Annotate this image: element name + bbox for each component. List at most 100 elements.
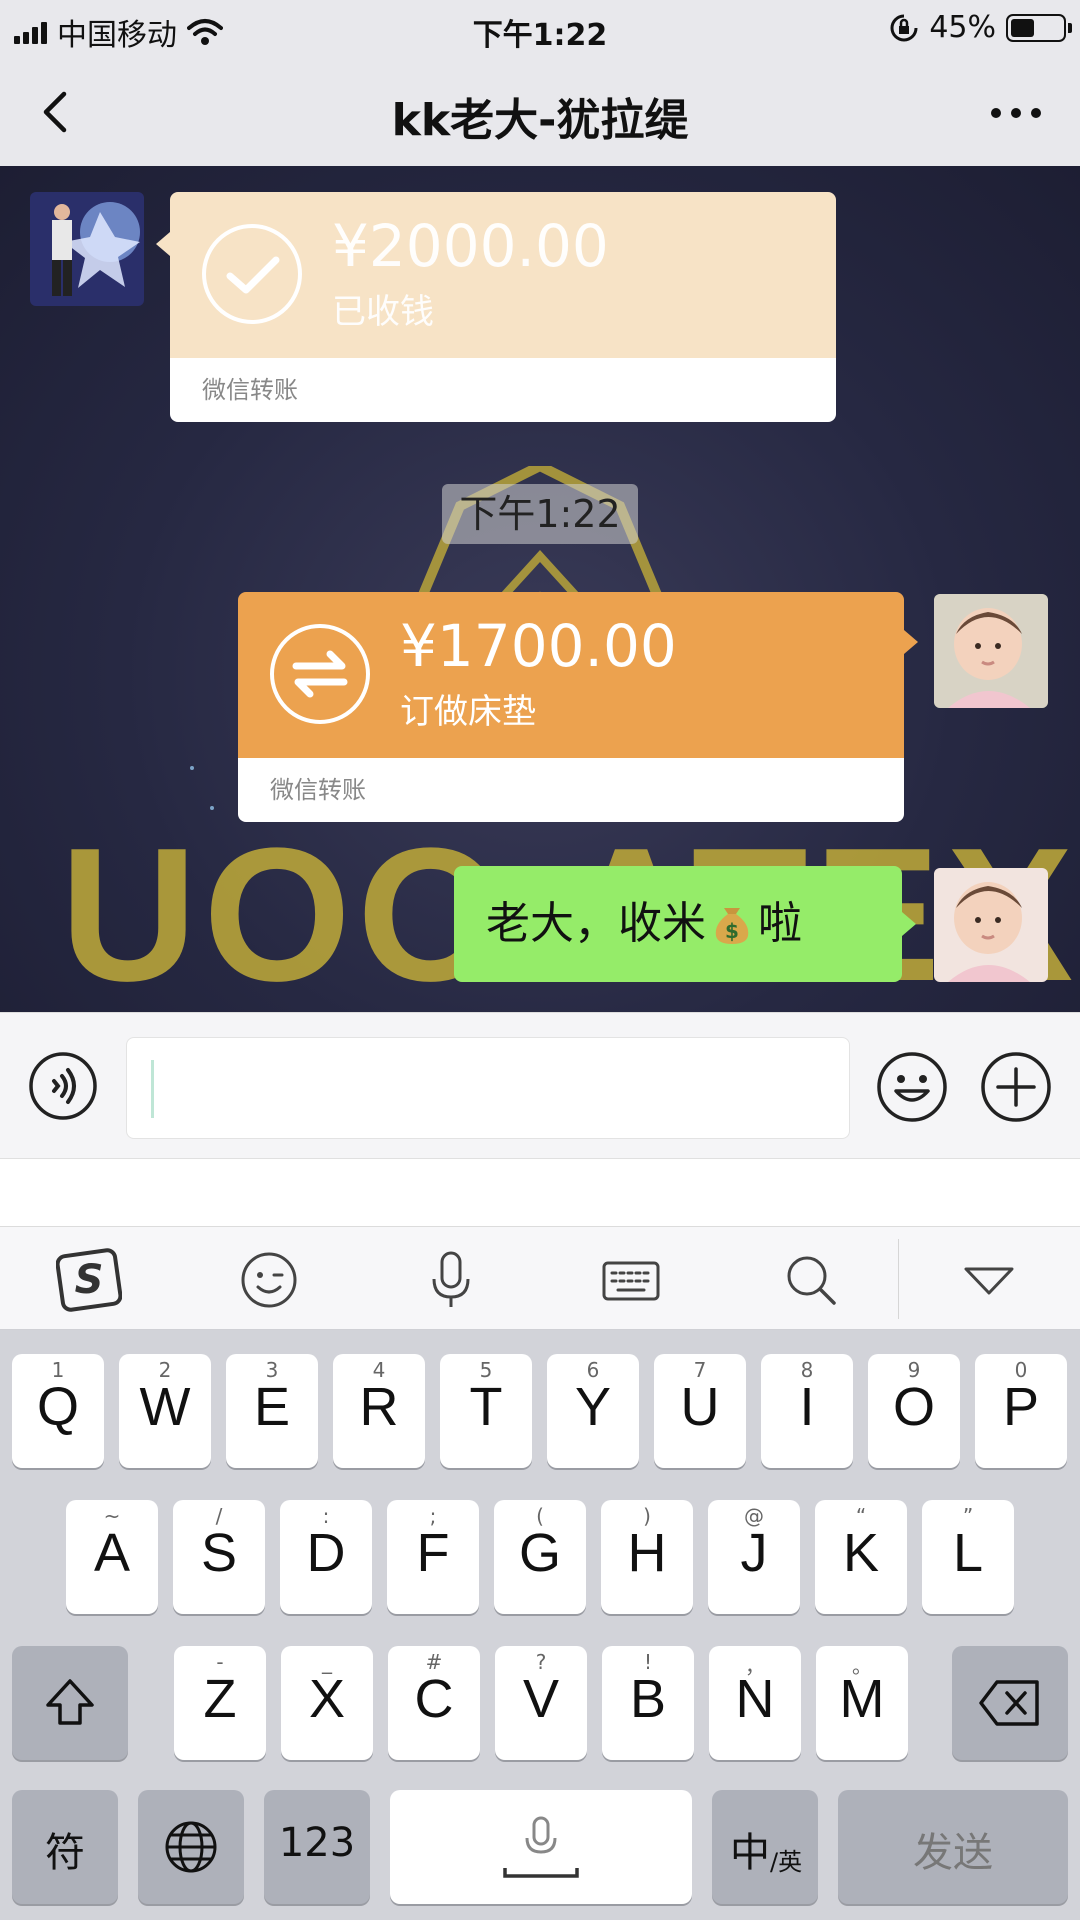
key-label: I (799, 1377, 815, 1437)
numbers-key[interactable]: 123 (264, 1790, 370, 1904)
status-bar: 中国移动 下午1:22 45% (0, 0, 1080, 58)
key-v[interactable]: ? V (495, 1646, 587, 1760)
key-l[interactable]: ” L (922, 1500, 1014, 1614)
sogou-logo-icon[interactable]: S (56, 1247, 122, 1313)
transfer-footer: 微信转账 (238, 758, 904, 822)
key-a[interactable]: ~ A (66, 1500, 158, 1614)
transfer-amount: ¥1700.00 (400, 612, 677, 680)
nav-bar: kk老大-犹拉缇 (0, 58, 1080, 166)
key-label: W (139, 1377, 191, 1437)
key-label: O (892, 1377, 935, 1437)
symbols-key[interactable]: 符 (12, 1790, 118, 1904)
plus-icon[interactable] (980, 1051, 1052, 1123)
transfer-status: 已收钱 (332, 292, 434, 332)
my-avatar[interactable] (934, 868, 1048, 982)
search-icon[interactable] (778, 1247, 844, 1313)
chat-area[interactable]: UOO ATEX ¥2000.00 已收钱 微信转账 下午1:22 (0, 166, 1080, 1012)
key-q[interactable]: 1Q (12, 1354, 104, 1468)
key-y[interactable]: 6Y (547, 1354, 639, 1468)
key-x[interactable]: _ X (281, 1646, 373, 1760)
key-label: B (629, 1669, 667, 1729)
money-bag-icon: $ (715, 908, 749, 944)
key-t[interactable]: 5T (440, 1354, 532, 1468)
sent-text-bubble[interactable]: 老大，收米 $ 啦 (454, 866, 902, 982)
delete-key[interactable] (952, 1646, 1068, 1760)
microphone-icon[interactable] (418, 1247, 484, 1313)
globe-icon (165, 1821, 217, 1873)
wink-emoji-icon[interactable] (236, 1247, 302, 1313)
key-label: M (839, 1669, 885, 1729)
send-key[interactable]: 发送 (838, 1790, 1068, 1904)
keyboard-toolbar: S (0, 1226, 1080, 1330)
my-avatar[interactable] (934, 594, 1048, 708)
transfer-amount: ¥2000.00 (332, 212, 609, 280)
key-label: S (200, 1523, 238, 1583)
globe-key[interactable] (138, 1790, 244, 1904)
toolbar-divider (898, 1239, 899, 1319)
shift-icon (46, 1679, 94, 1725)
svg-text:S: S (75, 1257, 104, 1303)
key-j[interactable]: @ J (708, 1500, 800, 1614)
key-label: E (253, 1377, 291, 1437)
emoji-icon[interactable] (876, 1051, 948, 1123)
key-label: D (306, 1523, 346, 1583)
key-o[interactable]: 9O (868, 1354, 960, 1468)
key-c[interactable]: # C (388, 1646, 480, 1760)
rotation-lock-icon (890, 14, 918, 41)
key-label: K (842, 1523, 880, 1583)
key-label: Y (574, 1377, 612, 1437)
contact-avatar[interactable] (30, 192, 144, 306)
received-transfer-card[interactable]: ¥2000.00 已收钱 微信转账 (170, 192, 836, 422)
message-input[interactable] (126, 1037, 850, 1139)
key-n[interactable]: ， N (709, 1646, 801, 1760)
key-label: H (627, 1523, 667, 1583)
more-dots-icon[interactable] (988, 98, 1044, 128)
message-timestamp: 下午1:22 (442, 484, 638, 544)
key-w[interactable]: 2W (119, 1354, 211, 1468)
svg-text:$: $ (725, 919, 739, 943)
transfer-footer: 微信转账 (170, 358, 836, 422)
key-label: L (952, 1523, 984, 1583)
keyboard-icon[interactable] (598, 1247, 664, 1313)
key-p[interactable]: 0P (975, 1354, 1067, 1468)
keyboard: 符 123 中/英 发送 1 Q 2 W 3 E 4 R 5 T 6 Y 7 U 8 I 9 O 0 P ~ A / S: D;… (0, 1330, 1080, 1920)
sent-transfer-card[interactable]: ¥1700.00 订做床垫 微信转账 (238, 592, 904, 822)
chat-title: kk老大-犹拉缇 (391, 95, 689, 146)
key-label: Z (203, 1669, 237, 1729)
status-right: 45% (889, 10, 1072, 45)
key-label: P (1002, 1377, 1040, 1437)
key-label: A (93, 1523, 131, 1583)
key-s[interactable]: / S (173, 1500, 265, 1614)
space-key[interactable] (390, 1790, 692, 1904)
key-e[interactable]: 3E (226, 1354, 318, 1468)
key-u[interactable]: 7U (654, 1354, 746, 1468)
key-label: Q (36, 1377, 79, 1437)
key-d[interactable]: :D (280, 1500, 372, 1614)
key-k[interactable]: “K (815, 1500, 907, 1614)
key-h[interactable]: ) H (601, 1500, 693, 1614)
shift-key[interactable] (12, 1646, 128, 1760)
key-i[interactable]: 8I (761, 1354, 853, 1468)
input-bar (0, 1012, 1080, 1158)
key-label: J (740, 1523, 768, 1583)
transfer-note: 订做床垫 (400, 692, 536, 732)
key-f[interactable]: ; F (387, 1500, 479, 1614)
key-label: X (308, 1669, 346, 1729)
key-r[interactable]: 4R (333, 1354, 425, 1468)
key-label: C (414, 1669, 454, 1729)
language-switch-key[interactable]: 中/英 (712, 1790, 818, 1904)
exchange-arrows-icon (270, 624, 370, 724)
text-cursor (151, 1060, 154, 1118)
battery-icon (1006, 13, 1072, 42)
key-label: T (469, 1377, 503, 1437)
key-b[interactable]: ! B (602, 1646, 694, 1760)
collapse-keyboard-icon[interactable] (956, 1247, 1022, 1313)
backspace-icon (979, 1680, 1039, 1726)
key-z[interactable]: -Z (174, 1646, 266, 1760)
voice-input-icon[interactable] (28, 1051, 98, 1121)
key-label: U (680, 1377, 720, 1437)
key-g[interactable]: (G (494, 1500, 586, 1614)
battery-percent: 45% (929, 10, 996, 45)
key-m[interactable]: 。 M (816, 1646, 908, 1760)
check-circle-icon (202, 224, 302, 324)
